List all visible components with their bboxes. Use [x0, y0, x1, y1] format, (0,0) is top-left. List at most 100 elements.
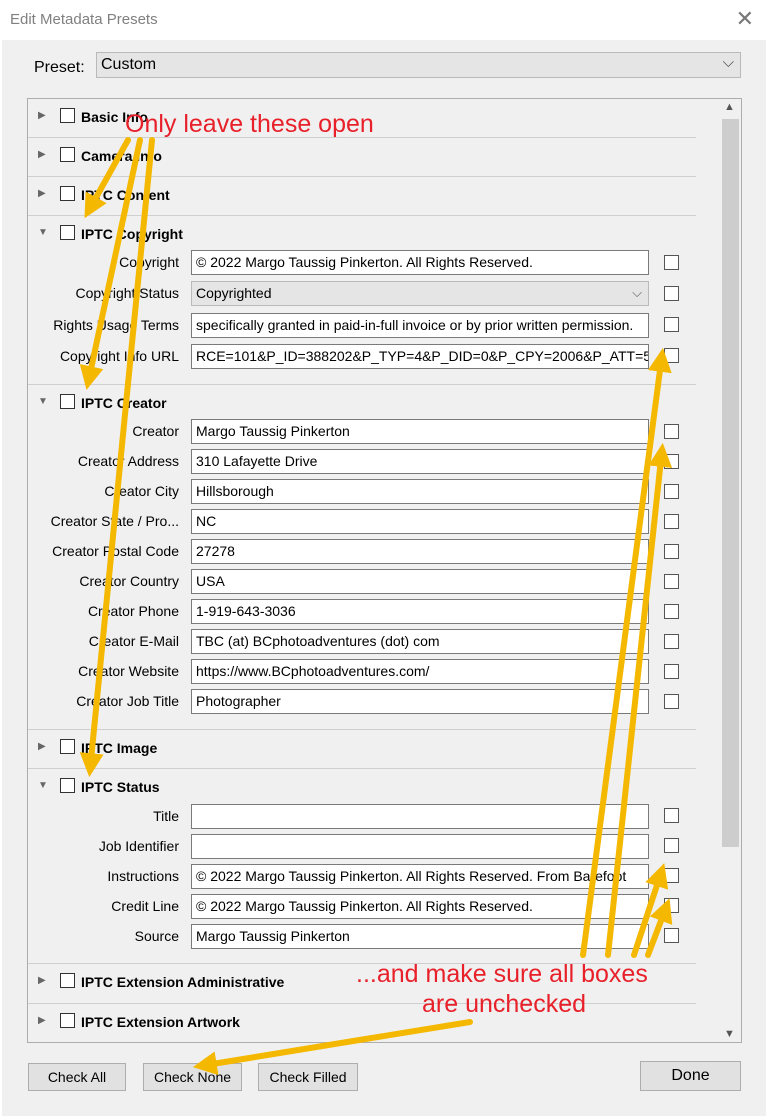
section-checkbox-basic-info[interactable] [60, 108, 75, 123]
field-checkbox[interactable] [664, 574, 679, 589]
check-none-button[interactable]: Check None [143, 1063, 242, 1091]
copyright-status-value: Copyrighted [196, 285, 272, 301]
field-checkbox[interactable] [664, 255, 679, 270]
field-checkbox[interactable] [664, 348, 679, 363]
section-iptc-content[interactable]: ▶ IPTC Content [28, 177, 696, 216]
creator-address-field[interactable]: 310 Lafayette Drive [191, 449, 649, 474]
section-checkbox-iptc-status[interactable] [60, 778, 75, 793]
scroll-down-icon[interactable]: ▼ [724, 1028, 735, 1040]
triangle-right-icon[interactable]: ▶ [38, 188, 46, 199]
field-checkbox[interactable] [664, 484, 679, 499]
field-checkbox[interactable] [664, 664, 679, 679]
creator-city-field[interactable]: Hillsborough [191, 479, 649, 504]
metadata-panel: ▶ Basic Info ▶ Camera Info ▶ IPTC Conten… [27, 98, 742, 1043]
section-checkbox-iptc-ext-artwork[interactable] [60, 1013, 75, 1028]
creator-website-field[interactable]: https://www.BCphotoadventures.com/ [191, 659, 649, 684]
field-checkbox[interactable] [664, 838, 679, 853]
job-identifier-field[interactable] [191, 834, 649, 859]
field-label: Creator Job Title [76, 693, 179, 709]
creator-country-field[interactable]: USA [191, 569, 649, 594]
field-checkbox[interactable] [664, 808, 679, 823]
section-checkbox-iptc-ext-admin[interactable] [60, 973, 75, 988]
preset-value: Custom [101, 56, 157, 73]
section-iptc-extension-artwork[interactable]: ▶ IPTC Extension Artwork [28, 1004, 696, 1042]
section-title-iptc-ext-admin: IPTC Extension Administrative [81, 974, 285, 990]
preset-label: Preset: [34, 59, 85, 76]
field-label: Copyright [119, 254, 179, 270]
creator-state-field[interactable]: NC [191, 509, 649, 534]
creator-phone-field[interactable]: 1-919-643-3036 [191, 599, 649, 624]
triangle-down-icon[interactable]: ▼ [38, 780, 48, 791]
field-checkbox[interactable] [664, 317, 679, 332]
section-checkbox-iptc-copyright[interactable] [60, 225, 75, 240]
field-label: Creator Phone [87, 603, 179, 619]
section-camera-info[interactable]: ▶ Camera Info [28, 138, 696, 177]
triangle-right-icon[interactable]: ▶ [38, 741, 46, 752]
copyright-status-select[interactable]: Copyrighted ⌵ [191, 281, 649, 306]
field-checkbox[interactable] [664, 514, 679, 529]
field-checkbox[interactable] [664, 424, 679, 439]
title-field[interactable] [191, 804, 649, 829]
field-checkbox[interactable] [664, 928, 679, 943]
section-checkbox-iptc-creator[interactable] [60, 394, 75, 409]
field-label: Title [153, 808, 179, 824]
rights-usage-terms-field[interactable]: specifically granted in paid-in-full inv… [191, 313, 649, 338]
field-checkbox[interactable] [664, 454, 679, 469]
field-checkbox[interactable] [664, 868, 679, 883]
field-label: Creator [132, 423, 179, 439]
section-title-iptc-creator: IPTC Creator [81, 395, 167, 411]
section-iptc-extension-administrative[interactable]: ▶ IPTC Extension Administrative [28, 964, 696, 1003]
section-title-camera-info: Camera Info [81, 148, 162, 164]
triangle-right-icon[interactable]: ▶ [38, 975, 46, 986]
section-basic-info[interactable]: ▶ Basic Info [28, 99, 696, 138]
field-checkbox[interactable] [664, 544, 679, 559]
triangle-right-icon[interactable]: ▶ [38, 1015, 46, 1026]
window-title: Edit Metadata Presets [10, 11, 158, 28]
done-button[interactable]: Done [640, 1061, 741, 1091]
section-title-iptc-content: IPTC Content [81, 187, 170, 203]
scroll-up-icon[interactable]: ▲ [724, 101, 735, 113]
instructions-field[interactable]: © 2022 Margo Taussig Pinkerton. All Righ… [191, 864, 649, 889]
field-label: Credit Line [111, 898, 179, 914]
field-label: Creator Address [77, 453, 179, 469]
copyright-field[interactable]: © 2022 Margo Taussig Pinkerton. All Righ… [191, 250, 649, 275]
section-checkbox-camera-info[interactable] [60, 147, 75, 162]
scrollbar-thumb[interactable] [722, 119, 739, 847]
copyright-info-url-field[interactable]: RCE=101&P_ID=388202&P_TYP=4&P_DID=0&P_CP… [191, 344, 649, 369]
field-checkbox[interactable] [664, 604, 679, 619]
field-checkbox[interactable] [664, 286, 679, 301]
credit-line-field[interactable]: © 2022 Margo Taussig Pinkerton. All Righ… [191, 894, 649, 919]
field-checkbox[interactable] [664, 634, 679, 649]
triangle-right-icon[interactable]: ▶ [38, 149, 46, 160]
triangle-down-icon[interactable]: ▼ [38, 227, 48, 238]
vertical-scrollbar[interactable]: ▲ ▼ [720, 99, 741, 1042]
source-field[interactable]: Margo Taussig Pinkerton [191, 924, 649, 949]
field-label: Creator City [104, 483, 179, 499]
section-checkbox-iptc-content[interactable] [60, 186, 75, 201]
triangle-right-icon[interactable]: ▶ [38, 110, 46, 121]
section-iptc-status[interactable]: ▼ IPTC Status [28, 769, 696, 808]
check-all-button[interactable]: Check All [28, 1063, 126, 1091]
field-checkbox[interactable] [664, 898, 679, 913]
section-title-iptc-ext-artwork: IPTC Extension Artwork [81, 1014, 240, 1030]
close-icon[interactable]: ✕ [736, 6, 754, 32]
section-title-iptc-image: IPTC Image [81, 740, 158, 756]
field-label: Creator State / Pro... [50, 513, 179, 529]
section-title-basic-info: Basic Info [81, 109, 148, 125]
preset-dropdown[interactable]: Custom ⌵ [96, 52, 741, 78]
field-label: Creator Country [79, 573, 179, 589]
creator-field[interactable]: Margo Taussig Pinkerton [191, 419, 649, 444]
check-filled-button[interactable]: Check Filled [258, 1063, 358, 1091]
section-title-iptc-copyright: IPTC Copyright [81, 226, 183, 242]
field-label: Creator Postal Code [52, 543, 179, 559]
creator-email-field[interactable]: TBC (at) BCphotoadventures (dot) com [191, 629, 649, 654]
field-label: Source [134, 928, 179, 944]
triangle-down-icon[interactable]: ▼ [38, 396, 48, 407]
field-label: Instructions [107, 868, 179, 884]
creator-postal-code-field[interactable]: 27278 [191, 539, 649, 564]
creator-job-title-field[interactable]: Photographer [191, 689, 649, 714]
title-bar: Edit Metadata Presets ✕ [0, 0, 768, 40]
field-checkbox[interactable] [664, 694, 679, 709]
section-checkbox-iptc-image[interactable] [60, 739, 75, 754]
section-iptc-image[interactable]: ▶ IPTC Image [28, 730, 696, 769]
